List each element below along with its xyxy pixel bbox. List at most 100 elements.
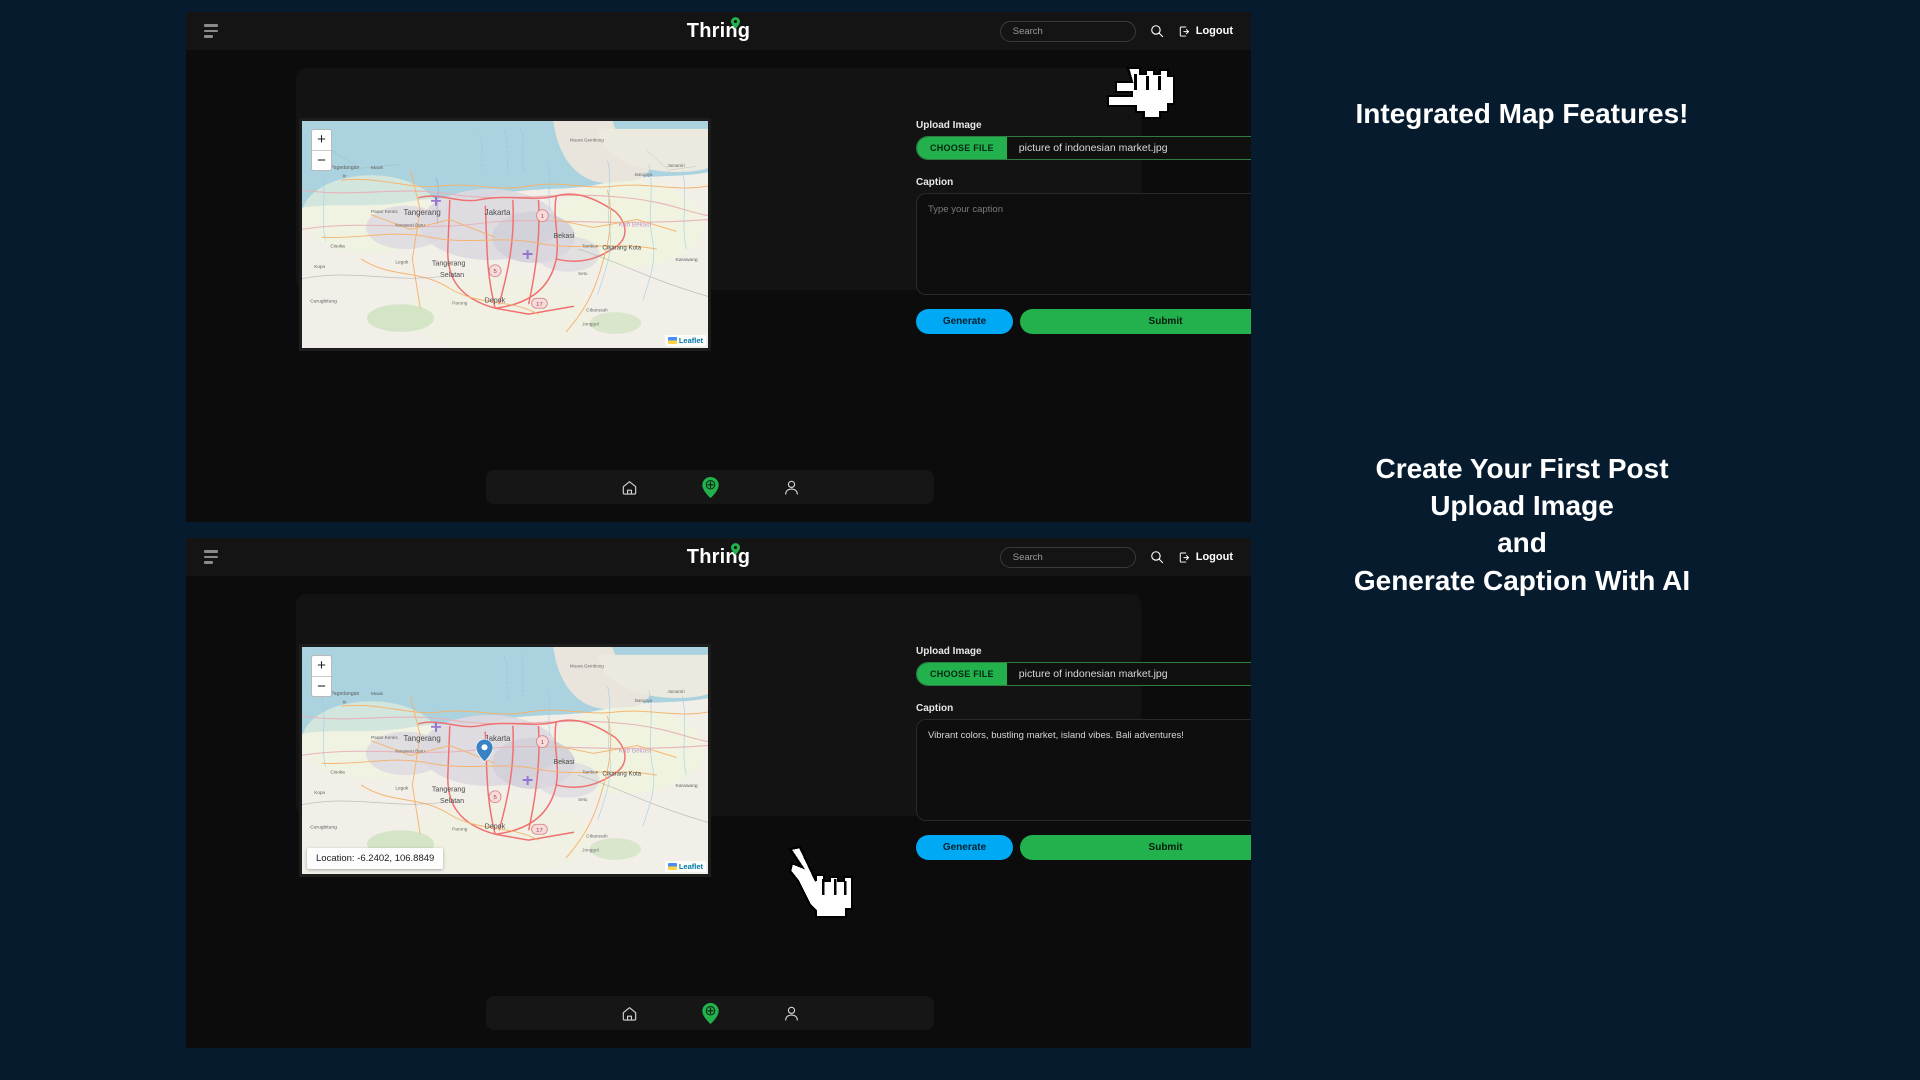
- screenshot-stage: Thring Search Logout 1 5 17 Muara Gembon…: [0, 0, 1920, 1080]
- map-place-label: Jamantri: [667, 163, 684, 168]
- app-title-2: Thring: [687, 542, 750, 569]
- map-place-label: Curugbitung: [310, 824, 337, 830]
- home-icon: [622, 480, 636, 495]
- map-tiles-2: 1 5 17 Muara GembongJamantriBatujayaPage…: [302, 647, 708, 874]
- map-place-label: Tangerang: [403, 208, 440, 217]
- nav-home-button[interactable]: [621, 479, 638, 496]
- leaflet-attribution-2[interactable]: Leaflet: [664, 861, 706, 872]
- promo-headline-2: Create Your First Post Upload Image and …: [1262, 450, 1782, 599]
- map-container-2[interactable]: 1 5 17 Muara Gembong Jamantri Batujaya Page…: [299, 644, 711, 877]
- upload-form-bottom: Upload Image CHOOSE FILE picture of indo…: [916, 646, 1251, 860]
- map-zoom-out-button[interactable]: −: [312, 150, 331, 170]
- map-place-label: Setu: [578, 271, 588, 276]
- bottom-navigation-bar-2: [486, 996, 934, 1030]
- map-place-label: Jonggol: [582, 321, 599, 327]
- map-place-label: Batujaya: [635, 698, 653, 703]
- leaflet-map[interactable]: 1 5 17 Muara Gembong Jamantri Batujaya Page…: [302, 121, 708, 348]
- logout-label-2: Logout: [1195, 551, 1233, 563]
- map-place-label: Selatan: [440, 797, 464, 805]
- caption-textarea-2[interactable]: Vibrant colors, bustling market, island …: [916, 719, 1251, 821]
- pointing-hand-cursor-up: [788, 845, 854, 919]
- map-zoom-out-button-2[interactable]: −: [312, 676, 331, 696]
- app-window-bottom: Thring Search Logout 1 5 17 Muara Gembon…: [186, 538, 1251, 1048]
- location-coordinates-badge: Location: -6.2402, 106.8849: [307, 848, 444, 869]
- map-place-label: Kab Bekasi: [619, 748, 651, 755]
- upload-form-top: Upload Image CHOOSE FILE picture of indo…: [916, 120, 1251, 334]
- map-place-label: Curugbitung: [310, 298, 337, 304]
- nav-profile-button[interactable]: [783, 479, 800, 496]
- panel-content-bottom: 1 5 17 Muara Gembong Jamantri Batujaya Page…: [186, 576, 1251, 1048]
- map-zoom-controls-2[interactable]: + −: [311, 655, 332, 697]
- map-place-label: Karawang: [675, 783, 697, 789]
- generate-button[interactable]: Generate: [916, 309, 1013, 334]
- map-zoom-controls[interactable]: + −: [311, 129, 332, 171]
- submit-button[interactable]: Submit: [1020, 309, 1251, 334]
- map-pin-icon-2: [730, 542, 740, 555]
- map-tiles: 1 5 17 Muara GembongJamantriBatujayaPage…: [302, 121, 708, 348]
- nav-home-button-2[interactable]: [621, 1005, 638, 1022]
- map-place-label: Cisoka: [330, 243, 345, 249]
- logout-icon-2: [1179, 551, 1189, 563]
- submit-button-2[interactable]: Submit: [1020, 835, 1251, 860]
- map-place-label: Tangerang: [432, 786, 466, 794]
- map-place-label: Jonggol: [582, 847, 599, 853]
- map-place-label: Batujaya: [635, 172, 653, 177]
- map-place-label: Cikarang Kota: [602, 771, 641, 778]
- map-place-label: Muara Gembong: [570, 664, 604, 669]
- bottom-navigation-bar: [486, 470, 934, 504]
- file-input-row[interactable]: CHOOSE FILE picture of indonesian market…: [916, 136, 1251, 160]
- app-title-text: Thring: [686, 19, 751, 42]
- file-input-row-2[interactable]: CHOOSE FILE picture of indonesian market…: [916, 662, 1251, 686]
- svg-text:1: 1: [541, 740, 544, 746]
- pointing-hand-cursor-left: [1106, 66, 1176, 120]
- nav-add-location-button-2[interactable]: [701, 1002, 719, 1024]
- form-actions-2: Generate Submit: [916, 835, 1251, 860]
- map-place-label: Depok: [485, 822, 506, 830]
- nav-profile-button-2[interactable]: [783, 1005, 800, 1022]
- map-place-label: Kopo: [314, 264, 325, 270]
- map-container[interactable]: 1 5 17 Muara Gembong Jamantri Batujaya Page…: [299, 118, 711, 351]
- caption-textarea[interactable]: Type your caption: [916, 193, 1251, 295]
- app-window-top: Thring Search Logout 1 5 17 Muara Gembon…: [186, 12, 1251, 522]
- map-place-label: Tambun: [582, 243, 599, 248]
- choose-file-button[interactable]: CHOOSE FILE: [917, 137, 1007, 159]
- leaflet-label-2: Leaflet: [678, 862, 703, 871]
- leaflet-map-2[interactable]: 1 5 17 Muara Gembong Jamantri Batujaya Page…: [302, 647, 708, 874]
- logout-label: Logout: [1195, 25, 1233, 37]
- map-place-label: ilir: [343, 173, 348, 178]
- app-title: Thring: [686, 16, 751, 43]
- map-place-label: Kopo: [314, 790, 325, 796]
- map-place-label: Cibarusah: [586, 308, 608, 314]
- hamburger-menu-icon[interactable]: [204, 24, 220, 38]
- logout-button[interactable]: Logout: [1178, 25, 1233, 38]
- search-button[interactable]: [1150, 24, 1164, 38]
- map-place-label: Pasar Kemis: [371, 209, 398, 215]
- promo-line-4: Generate Caption With AI: [1353, 564, 1691, 596]
- map-zoom-in-button[interactable]: +: [312, 130, 331, 150]
- map-place-label: Legok: [395, 259, 408, 265]
- search-input[interactable]: [999, 20, 1136, 42]
- leaflet-attribution[interactable]: Leaflet: [664, 335, 706, 346]
- logout-button-2[interactable]: Logout: [1178, 551, 1233, 564]
- map-place-label: Karawaci Baru: [395, 223, 425, 228]
- generate-button-2[interactable]: Generate: [916, 835, 1013, 860]
- map-place-label: Pagedangan: [330, 691, 359, 697]
- selected-file-name: picture of indonesian market.jpg: [1018, 142, 1168, 154]
- navbar-right-group: Logout: [999, 20, 1233, 42]
- map-place-label: Mauk: [371, 691, 384, 697]
- top-navbar: Thring Search Logout: [186, 12, 1251, 50]
- search-input-2[interactable]: [999, 546, 1136, 568]
- user-profile-icon: [784, 480, 798, 495]
- search-icon: [1150, 25, 1163, 38]
- hamburger-menu-icon-2[interactable]: [204, 550, 220, 564]
- map-place-label: Cikarang Kota: [602, 245, 641, 252]
- map-zoom-in-button-2[interactable]: +: [312, 656, 331, 676]
- svg-text:17: 17: [536, 302, 543, 308]
- nav-add-location-button[interactable]: [701, 476, 719, 498]
- choose-file-button-2[interactable]: CHOOSE FILE: [917, 663, 1007, 685]
- search-button-2[interactable]: [1150, 550, 1164, 564]
- search-icon-2: [1150, 551, 1163, 564]
- map-pin-icon: [730, 16, 740, 29]
- leaflet-logo-icon-2: [667, 863, 677, 870]
- map-marker-pin-icon[interactable]: [476, 739, 493, 762]
